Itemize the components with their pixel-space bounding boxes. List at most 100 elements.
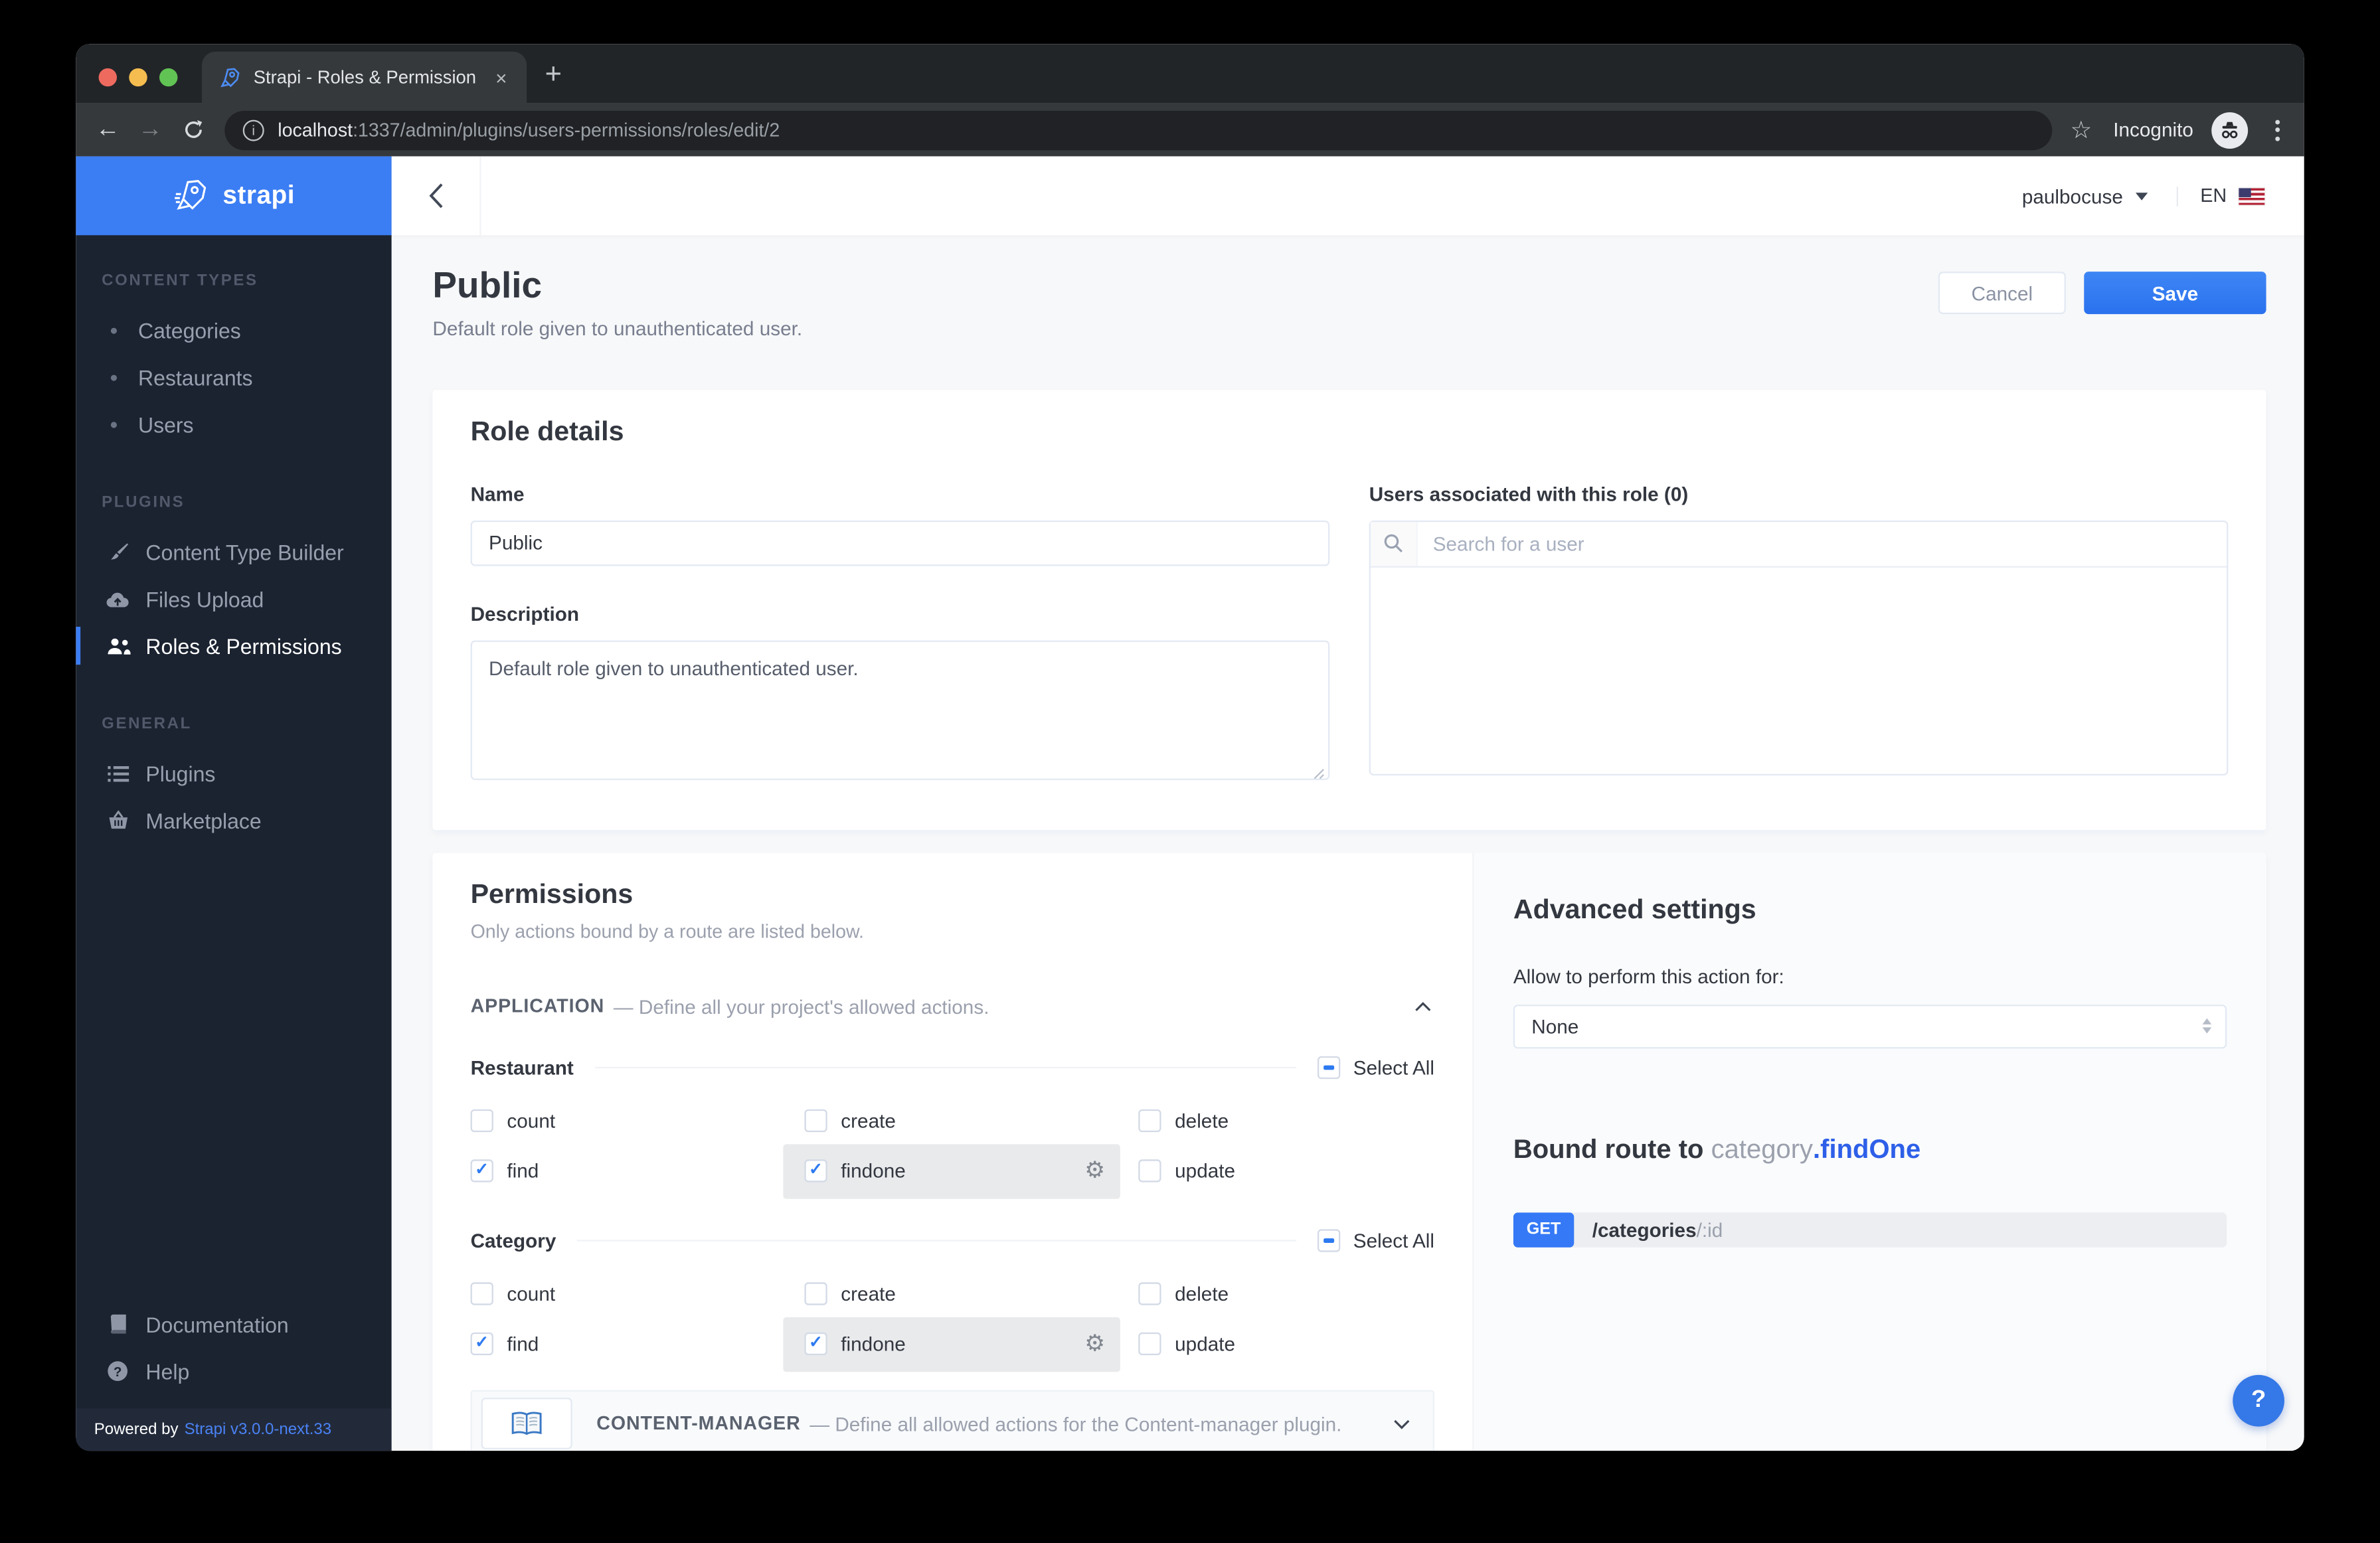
sidebar-item-help[interactable]: ? Help [76, 1348, 391, 1395]
sidebar-item-plugins[interactable]: Plugins [76, 750, 391, 797]
permissions-panel: Permissions Only actions bound by a rout… [432, 853, 1472, 1451]
list-icon [105, 764, 131, 782]
back-nav-button[interactable] [392, 156, 481, 236]
search-icon [1370, 521, 1418, 566]
sidebar-item-users[interactable]: Users [76, 400, 391, 447]
select-arrows-icon [2202, 1018, 2212, 1034]
cancel-button[interactable]: Cancel [1938, 272, 2066, 315]
cloud-upload-icon [105, 590, 131, 608]
bullet-icon [110, 421, 117, 428]
sidebar-item-files-upload[interactable]: Files Upload [76, 575, 391, 622]
select-all-checkbox[interactable] [1316, 1055, 1340, 1079]
sidebar-item-categories[interactable]: Categories [76, 307, 391, 354]
checkbox[interactable] [804, 1281, 827, 1305]
page-content: Public Default role given to unauthentic… [392, 235, 2304, 1451]
checkbox[interactable] [470, 1281, 493, 1305]
bookmark-star-icon[interactable]: ☆ [2070, 115, 2092, 145]
select-all-restaurant[interactable]: Select All [1316, 1055, 1434, 1079]
incognito-label: Incognito [2113, 118, 2193, 141]
user-menu[interactable]: paulbocuse [2022, 185, 2123, 207]
close-tab-icon[interactable]: × [489, 64, 513, 90]
sidebar-item-documentation[interactable]: Documentation [76, 1301, 391, 1348]
checkbox[interactable] [804, 1108, 827, 1132]
application-section-header[interactable]: APPLICATION — Define all your project's … [471, 995, 1434, 1018]
permission-update[interactable]: update [1138, 1159, 1434, 1182]
checkbox[interactable] [1138, 1108, 1161, 1132]
save-button[interactable]: Save [2084, 272, 2266, 315]
plugin-row-desc: — Define all allowed actions for the Con… [809, 1412, 1342, 1435]
permission-update[interactable]: update [1138, 1333, 1434, 1356]
permission-delete[interactable]: delete [1138, 1108, 1434, 1132]
url-bar[interactable]: i localhost:1337/admin/plugins/users-per… [224, 110, 2053, 150]
back-button[interactable]: ← [88, 110, 128, 149]
bullet-icon [110, 374, 117, 380]
divider [577, 1239, 1296, 1241]
book-icon [105, 1314, 131, 1334]
gear-icon[interactable]: ⚙ [1084, 1159, 1105, 1182]
bound-action-link[interactable]: .findOne [1813, 1133, 1920, 1163]
select-all-checkbox[interactable] [1316, 1228, 1340, 1252]
strapi-logo[interactable]: strapi [76, 156, 392, 236]
forward-button[interactable]: → [131, 110, 170, 149]
permission-create[interactable]: create [804, 1281, 1138, 1305]
bound-route-heading: Bound route to category.findOne [1513, 1133, 1921, 1164]
minimize-window-button[interactable] [129, 68, 147, 87]
help-fab-button[interactable]: ? [2233, 1374, 2284, 1427]
checkbox[interactable] [470, 1108, 493, 1132]
checkbox[interactable] [1138, 1333, 1161, 1356]
group-name: Restaurant [470, 1055, 574, 1079]
browser-menu-icon[interactable] [2266, 119, 2289, 141]
select-all-category[interactable]: Select All [1316, 1228, 1434, 1252]
allow-action-select[interactable]: None [1513, 1004, 2227, 1048]
sidebar-item-content-type-builder[interactable]: Content Type Builder [76, 528, 391, 575]
checkbox-checked[interactable] [804, 1159, 827, 1182]
tab-strip: Strapi - Roles & Permissions × + [76, 44, 2304, 104]
advanced-settings-heading: Advanced settings [1513, 893, 1756, 924]
page-info-icon[interactable]: i [242, 119, 264, 141]
admin-topbar: paulbocuse EN [391, 156, 2304, 236]
name-field[interactable] [470, 520, 1330, 566]
permission-find[interactable]: find [470, 1333, 805, 1356]
sidebar-item-restaurants[interactable]: Restaurants [76, 354, 391, 401]
content-manager-row[interactable]: CONTENT-MANAGER — Define all allowed act… [470, 1389, 1434, 1451]
checkbox-checked[interactable] [470, 1333, 493, 1356]
description-field[interactable]: Default role given to unauthenticated us… [470, 639, 1330, 779]
permission-findone-selected[interactable]: findone ⚙ [783, 1317, 1120, 1372]
chevron-down-icon[interactable] [1391, 1416, 1413, 1432]
header-actions: Cancel Save [1938, 266, 2266, 315]
maximize-window-button[interactable] [159, 68, 178, 87]
role-details-heading: Role details [470, 415, 624, 446]
checkbox[interactable] [1138, 1159, 1161, 1182]
permissions-card: Permissions Only actions bound by a rout… [432, 852, 2266, 1451]
page-header: Public Default role given to unauthentic… [432, 266, 2266, 339]
permission-create[interactable]: create [804, 1108, 1138, 1132]
strapi-version-link[interactable]: Strapi v3.0.0-next.33 [185, 1420, 331, 1438]
route-bar: GET /categories /:id [1513, 1212, 2227, 1247]
permission-findone-selected[interactable]: findone ⚙ [783, 1143, 1120, 1198]
checkbox[interactable] [1138, 1281, 1161, 1305]
checkbox-checked[interactable] [470, 1159, 493, 1182]
sidebar-item-marketplace[interactable]: Marketplace [76, 797, 391, 844]
permissions-heading: Permissions [470, 878, 634, 909]
gear-icon[interactable]: ⚙ [1084, 1333, 1105, 1355]
locale-selector[interactable]: EN [2200, 185, 2227, 206]
us-flag-icon[interactable] [2239, 187, 2265, 204]
browser-tab[interactable]: Strapi - Roles & Permissions × [201, 51, 527, 104]
permission-group-restaurant: Restaurant Select All count create delet… [470, 1055, 1434, 1198]
reload-button[interactable] [173, 110, 212, 149]
permission-find[interactable]: find [470, 1159, 805, 1182]
checkbox-checked[interactable] [804, 1333, 827, 1356]
permission-count[interactable]: count [470, 1108, 805, 1132]
close-window-button[interactable] [98, 68, 117, 87]
permission-count[interactable]: count [470, 1281, 805, 1305]
window-controls [76, 68, 202, 104]
user-search-input[interactable] [1417, 532, 2227, 555]
chevron-up-icon[interactable] [1412, 998, 1434, 1015]
sidebar-footer: Documentation ? Help [76, 1301, 391, 1408]
chevron-down-icon[interactable] [2135, 192, 2148, 200]
divider [2175, 185, 2178, 206]
new-tab-button[interactable]: + [545, 60, 562, 89]
permission-delete[interactable]: delete [1138, 1281, 1434, 1305]
sidebar-item-roles-permissions[interactable]: Roles & Permissions [76, 622, 391, 669]
advanced-settings-panel: Advanced settings Allow to perform this … [1472, 852, 2266, 1451]
